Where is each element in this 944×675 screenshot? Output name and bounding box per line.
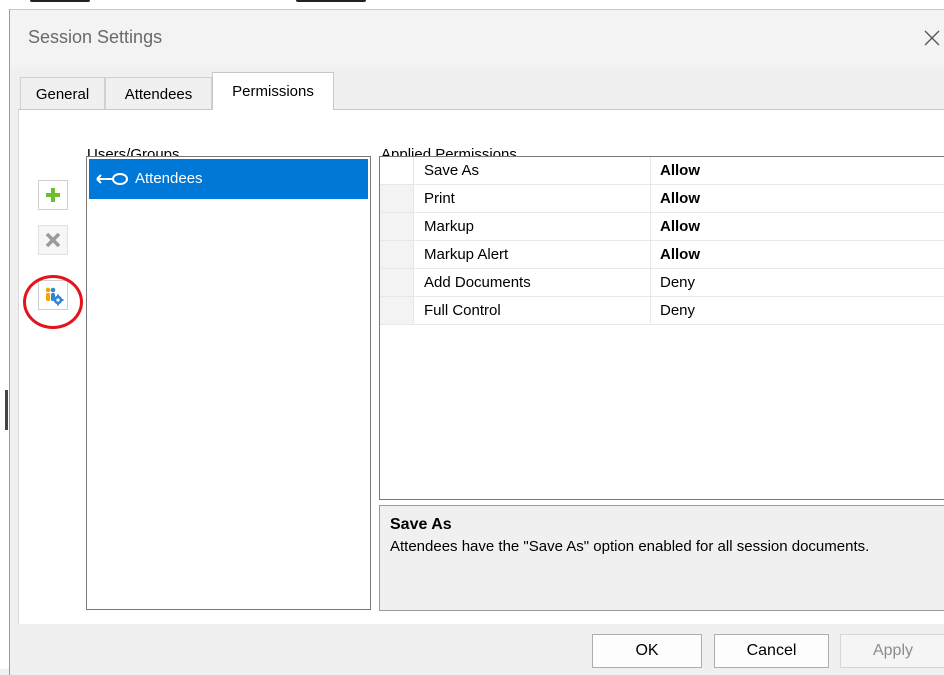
background-fragment xyxy=(296,0,366,2)
close-button[interactable] xyxy=(916,20,944,56)
permission-name: Full Control xyxy=(424,302,501,319)
permission-value[interactable]: Allow xyxy=(660,162,700,179)
description-text: Attendees have the "Save As" option enab… xyxy=(390,538,870,555)
background-edge xyxy=(0,9,9,669)
background-fragment xyxy=(30,0,90,2)
background-mark xyxy=(5,390,8,430)
permission-name: Markup xyxy=(424,218,475,235)
tab-label: Permissions xyxy=(232,83,314,100)
background-window-strip xyxy=(0,0,944,9)
permission-name: Print xyxy=(424,190,455,207)
description-title: Save As xyxy=(390,516,452,533)
session-settings-dialog: Session Settings General Attendees Permi… xyxy=(9,9,944,675)
plus-icon xyxy=(46,188,60,202)
row-gutter xyxy=(380,297,414,325)
permission-name: Markup Alert xyxy=(424,246,509,263)
table-row[interactable]: Print Allow xyxy=(380,185,944,213)
row-gutter xyxy=(380,157,414,185)
ok-label: OK xyxy=(635,642,659,659)
row-gutter xyxy=(380,269,414,297)
tab-attendees[interactable]: Attendees xyxy=(105,77,212,109)
permissions-panel: Users/Groups Applied Permissions Attende… xyxy=(18,109,944,624)
key-icon xyxy=(96,173,128,185)
column-separator xyxy=(650,241,651,269)
manage-groups-button[interactable] xyxy=(38,280,68,310)
table-row[interactable]: Save As Allow xyxy=(380,157,944,185)
cancel-button[interactable]: Cancel xyxy=(714,634,829,668)
apply-label: Apply xyxy=(872,642,914,659)
permission-description: Save As Attendees have the "Save As" opt… xyxy=(379,505,944,611)
x-icon xyxy=(45,232,61,248)
close-icon xyxy=(924,30,940,46)
permissions-grid: Save As Allow Print Allow Markup Allow M… xyxy=(379,156,944,500)
column-separator xyxy=(650,269,651,297)
table-row[interactable]: Markup Allow xyxy=(380,213,944,241)
list-item-attendees[interactable]: Attendees xyxy=(89,159,368,199)
permission-value[interactable]: Allow xyxy=(660,246,700,263)
tab-label: General xyxy=(35,86,90,103)
column-separator xyxy=(650,157,651,185)
add-user-button[interactable] xyxy=(38,180,68,210)
permission-name: Add Documents xyxy=(424,274,531,291)
permission-value[interactable]: Allow xyxy=(660,190,700,207)
column-separator xyxy=(650,297,651,325)
row-gutter xyxy=(380,185,414,213)
cancel-label: Cancel xyxy=(746,642,797,659)
table-row[interactable]: Add Documents Deny xyxy=(380,269,944,297)
permission-value[interactable]: Deny xyxy=(660,274,695,291)
permission-value[interactable]: Allow xyxy=(660,218,700,235)
ok-button[interactable]: OK xyxy=(592,634,702,668)
row-separator xyxy=(380,324,944,325)
user-name: Attendees xyxy=(135,170,203,187)
users-groups-list[interactable]: Attendees xyxy=(86,156,371,610)
remove-user-button[interactable] xyxy=(38,225,68,255)
tab-permissions[interactable]: Permissions xyxy=(212,72,334,110)
permission-value[interactable]: Deny xyxy=(660,302,695,319)
tab-label: Attendees xyxy=(124,86,193,103)
title-bar: Session Settings xyxy=(10,10,944,68)
apply-button[interactable]: Apply xyxy=(840,634,944,668)
row-gutter xyxy=(380,241,414,269)
table-row[interactable]: Markup Alert Allow xyxy=(380,241,944,269)
tab-general[interactable]: General xyxy=(20,77,105,109)
column-separator xyxy=(650,185,651,213)
permission-name: Save As xyxy=(424,162,480,179)
dialog-title: Session Settings xyxy=(28,27,163,47)
table-row[interactable]: Full Control Deny xyxy=(380,297,944,325)
row-gutter xyxy=(380,213,414,241)
column-separator xyxy=(650,213,651,241)
users-gear-icon xyxy=(45,287,64,306)
